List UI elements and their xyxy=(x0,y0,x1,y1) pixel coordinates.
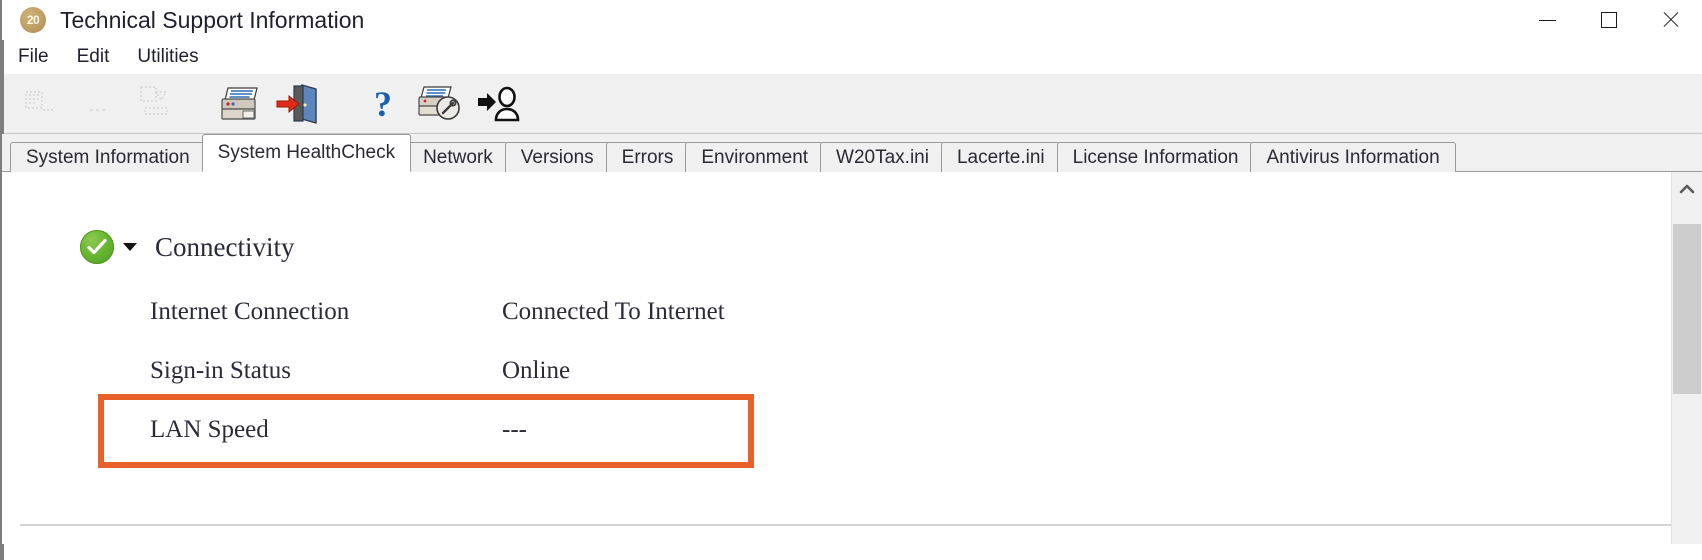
export-disabled-icon xyxy=(140,85,168,115)
healthcheck-panel: Connectivity Internet Connection Connect… xyxy=(2,172,1671,544)
tab-label: System Information xyxy=(26,146,190,168)
exit-button[interactable] xyxy=(270,78,328,130)
row-value: Connected To Internet xyxy=(502,297,725,325)
close-icon xyxy=(1661,10,1681,30)
content-area: Connectivity Internet Connection Connect… xyxy=(2,172,1702,544)
vertical-scrollbar[interactable] xyxy=(1671,172,1702,544)
row-label: Internet Connection xyxy=(150,297,350,325)
svg-text:?: ? xyxy=(374,84,392,124)
print-button[interactable] xyxy=(212,78,270,130)
group-title: Connectivity xyxy=(155,231,295,262)
tab-label: Antivirus Information xyxy=(1266,146,1440,168)
tab-label: System HealthCheck xyxy=(217,142,396,163)
tab-environment[interactable]: Environment xyxy=(685,142,825,172)
menu-bar: File Edit Utilities xyxy=(2,40,1702,74)
row-label: LAN Speed xyxy=(150,415,269,443)
tab-license-information[interactable]: License Information xyxy=(1056,142,1255,172)
chevron-down-icon[interactable] xyxy=(123,243,137,251)
technical-support-information-window: 20 Technical Support Information File Ed… xyxy=(0,0,1702,560)
print-preview-button[interactable] xyxy=(412,78,470,130)
title-bar: 20 Technical Support Information xyxy=(2,0,1702,40)
scroll-up-button[interactable] xyxy=(1672,172,1702,206)
row-value: --- xyxy=(502,415,527,443)
checkmark-icon xyxy=(87,238,107,255)
scroll-up-icon xyxy=(1679,184,1695,194)
minimize-button[interactable] xyxy=(1516,0,1578,40)
menu-item-utilities[interactable]: Utilities xyxy=(137,44,212,70)
toolbar: ? xyxy=(2,74,1702,134)
window-title: Technical Support Information xyxy=(60,6,365,33)
tab-versions[interactable]: Versions xyxy=(504,142,610,172)
lacerte-20-icon: 20 xyxy=(20,7,46,33)
help-question-icon: ? xyxy=(374,84,392,124)
print-icon xyxy=(221,86,258,120)
tab-label: Versions xyxy=(520,146,594,168)
table-row: Internet Connection Connected To Interne… xyxy=(2,282,1671,341)
menu-item-edit[interactable]: Edit xyxy=(77,44,124,70)
tab-label: W20Tax.ini xyxy=(836,146,929,168)
add-user-button[interactable] xyxy=(470,78,528,130)
status-ok-icon xyxy=(80,230,114,264)
print-preview-icon xyxy=(418,85,460,120)
tab-antivirus-information[interactable]: Antivirus Information xyxy=(1250,142,1456,172)
window-controls xyxy=(1516,0,1702,40)
row-value: Online xyxy=(502,356,571,384)
connectivity-rows: Internet Connection Connected To Interne… xyxy=(2,282,1671,459)
tab-system-healthcheck[interactable]: System HealthCheck xyxy=(201,134,412,172)
section-divider xyxy=(20,524,1671,526)
close-button[interactable] xyxy=(1640,0,1702,40)
page-setup-disabled-button xyxy=(70,78,128,130)
connectivity-group-header[interactable]: Connectivity xyxy=(80,230,294,264)
tab-label: Lacerte.ini xyxy=(956,146,1045,168)
maximize-icon xyxy=(1601,12,1617,28)
tab-lacerte-ini[interactable]: Lacerte.ini xyxy=(940,142,1061,172)
help-button[interactable]: ? xyxy=(354,78,412,130)
tab-label: Errors xyxy=(621,146,674,168)
row-label: Sign-in Status xyxy=(150,356,291,384)
tab-errors[interactable]: Errors xyxy=(605,142,690,172)
print-setup-disabled-button xyxy=(12,78,70,130)
tab-label: License Information xyxy=(1072,146,1239,168)
print-setup-disabled-icon xyxy=(25,90,53,111)
add-user-icon xyxy=(478,86,520,121)
tab-label: Environment xyxy=(701,146,809,168)
tab-network[interactable]: Network xyxy=(407,142,509,172)
table-row: Sign-in Status Online xyxy=(2,341,1671,400)
tab-strip: System Information System HealthCheck Ne… xyxy=(2,134,1702,172)
minimize-icon xyxy=(1538,19,1556,21)
tab-system-information[interactable]: System Information xyxy=(10,142,206,172)
scrollbar-thumb[interactable] xyxy=(1673,224,1701,394)
tab-label: Network xyxy=(423,146,493,168)
export-disabled-button xyxy=(128,78,186,130)
menu-item-file[interactable]: File xyxy=(18,44,63,70)
tab-w20tax-ini[interactable]: W20Tax.ini xyxy=(820,142,945,172)
exit-door-icon xyxy=(276,83,317,124)
maximize-button[interactable] xyxy=(1578,0,1640,40)
page-setup-disabled-icon xyxy=(90,108,106,111)
table-row: LAN Speed --- xyxy=(2,400,1671,459)
